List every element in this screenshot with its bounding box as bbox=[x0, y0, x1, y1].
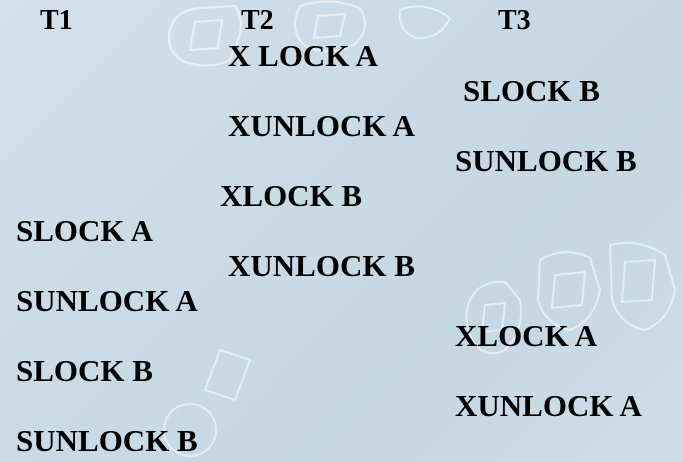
slide: T1 T2 T3 X LOCK A XUNLOCK A XLOCK B XUNL… bbox=[0, 0, 683, 462]
t3-op-1: SLOCK B bbox=[463, 73, 600, 108]
t1-op-2: SUNLOCK A bbox=[16, 283, 198, 318]
t2-op-2: XUNLOCK A bbox=[228, 108, 415, 143]
t1-op-1: SLOCK A bbox=[16, 213, 153, 248]
t1-op-3: SLOCK B bbox=[16, 353, 153, 388]
t3-op-2: SUNLOCK B bbox=[455, 143, 637, 178]
t1-op-4: SUNLOCK B bbox=[16, 423, 198, 458]
header-t1: T1 bbox=[40, 5, 73, 36]
t2-op-3: XLOCK B bbox=[220, 178, 363, 213]
header-t3: T3 bbox=[498, 5, 531, 36]
t3-op-3: XLOCK A bbox=[455, 318, 598, 353]
header-t2: T2 bbox=[241, 5, 274, 36]
t2-op-1: X LOCK A bbox=[228, 38, 378, 73]
t2-op-4: XUNLOCK B bbox=[228, 248, 415, 283]
t3-op-4: XUNLOCK A bbox=[455, 388, 642, 423]
